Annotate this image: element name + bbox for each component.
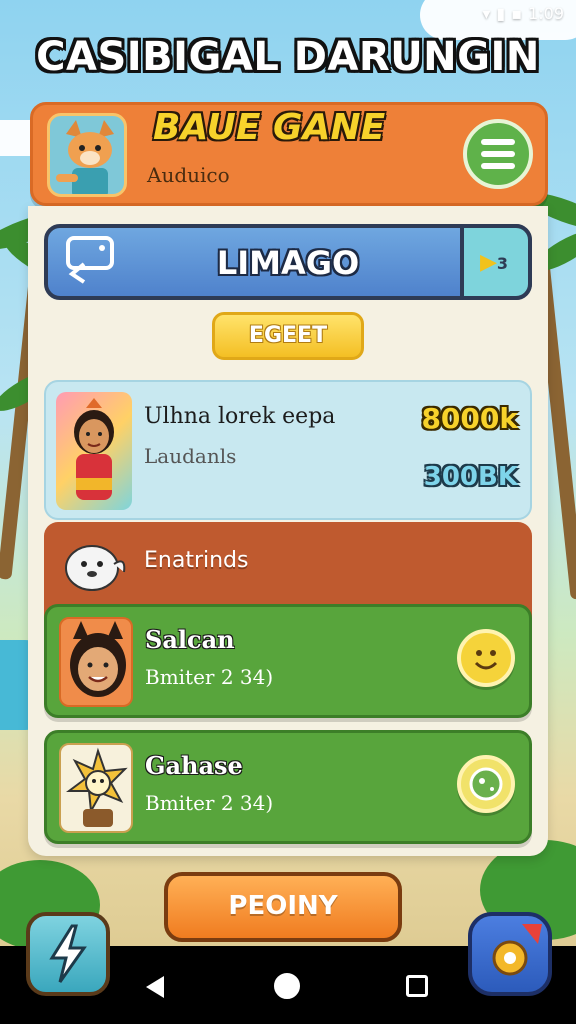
status-icons: ▾ ▮ ▪ 1:09 xyxy=(482,4,564,23)
menu-button[interactable] xyxy=(463,119,533,189)
globe-icon xyxy=(469,767,503,801)
featured-card[interactable]: Ulhna lorek eepa Laudanls 8000k 300BK xyxy=(44,380,532,520)
lightning-button[interactable] xyxy=(26,912,110,996)
fox-avatar[interactable] xyxy=(47,113,127,197)
hamburger-icon-line xyxy=(481,163,515,169)
nav-home-icon[interactable] xyxy=(274,973,300,999)
game-subtitle: BAUE GANE xyxy=(153,107,386,148)
player-row[interactable]: Salcan Bmiter 2 34) xyxy=(44,604,532,718)
gear-icon xyxy=(492,924,542,976)
cat-girl-icon xyxy=(70,621,126,697)
next-button[interactable]: ▶3 xyxy=(460,224,532,300)
play-button[interactable]: PEOINY xyxy=(164,872,402,942)
featured-secondary-value: 300BK xyxy=(423,462,518,492)
action-button[interactable] xyxy=(457,755,515,813)
battery-icon: ▪ xyxy=(511,4,523,23)
next-arrow-icon: ▶3 xyxy=(480,250,509,275)
section-label: Enatrinds xyxy=(144,548,249,573)
signal-icon: ▮ xyxy=(496,4,506,23)
nav-back-icon[interactable] xyxy=(146,976,164,998)
girl-avatar-icon xyxy=(74,398,114,500)
girl-portrait xyxy=(56,392,132,510)
hamburger-icon xyxy=(481,139,515,145)
sun-icon xyxy=(66,747,128,827)
username: Auduico xyxy=(147,163,230,187)
game-title: CASIBIGAL DARUNGIN xyxy=(36,34,540,80)
profile-header: BAUE GANE Auduico xyxy=(30,102,548,206)
player-name: Salcan xyxy=(145,625,235,654)
smiley-icon xyxy=(474,650,498,670)
wifi-icon: ▾ xyxy=(482,4,491,23)
smiley-button[interactable] xyxy=(457,629,515,687)
featured-title: Ulhna lorek eepa xyxy=(144,404,336,429)
level-title: LIMAGO xyxy=(216,244,360,282)
player-avatar xyxy=(59,617,133,707)
player-name: Gahase xyxy=(145,751,243,780)
nav-recents-icon[interactable] xyxy=(406,975,428,997)
player-meta: Bmiter 2 34) xyxy=(145,665,274,689)
level-bar: LIMAGO ▶3 xyxy=(44,224,532,300)
fox-icon xyxy=(56,120,114,194)
hamburger-icon-line xyxy=(481,151,515,157)
featured-subtitle: Laudanls xyxy=(144,444,237,468)
status-bar: ▾ ▮ ▪ 1:09 xyxy=(0,0,576,28)
settings-button[interactable] xyxy=(468,912,552,996)
status-time: 1:09 xyxy=(528,4,564,23)
featured-primary-value: 8000k xyxy=(421,402,518,435)
seal-icon xyxy=(58,534,128,594)
select-button[interactable]: EGEET xyxy=(212,312,364,360)
player-row[interactable]: Gahase Bmiter 2 34) xyxy=(44,730,532,844)
player-meta: Bmiter 2 34) xyxy=(145,791,274,815)
player-avatar xyxy=(59,743,133,833)
lightning-icon xyxy=(49,924,87,983)
